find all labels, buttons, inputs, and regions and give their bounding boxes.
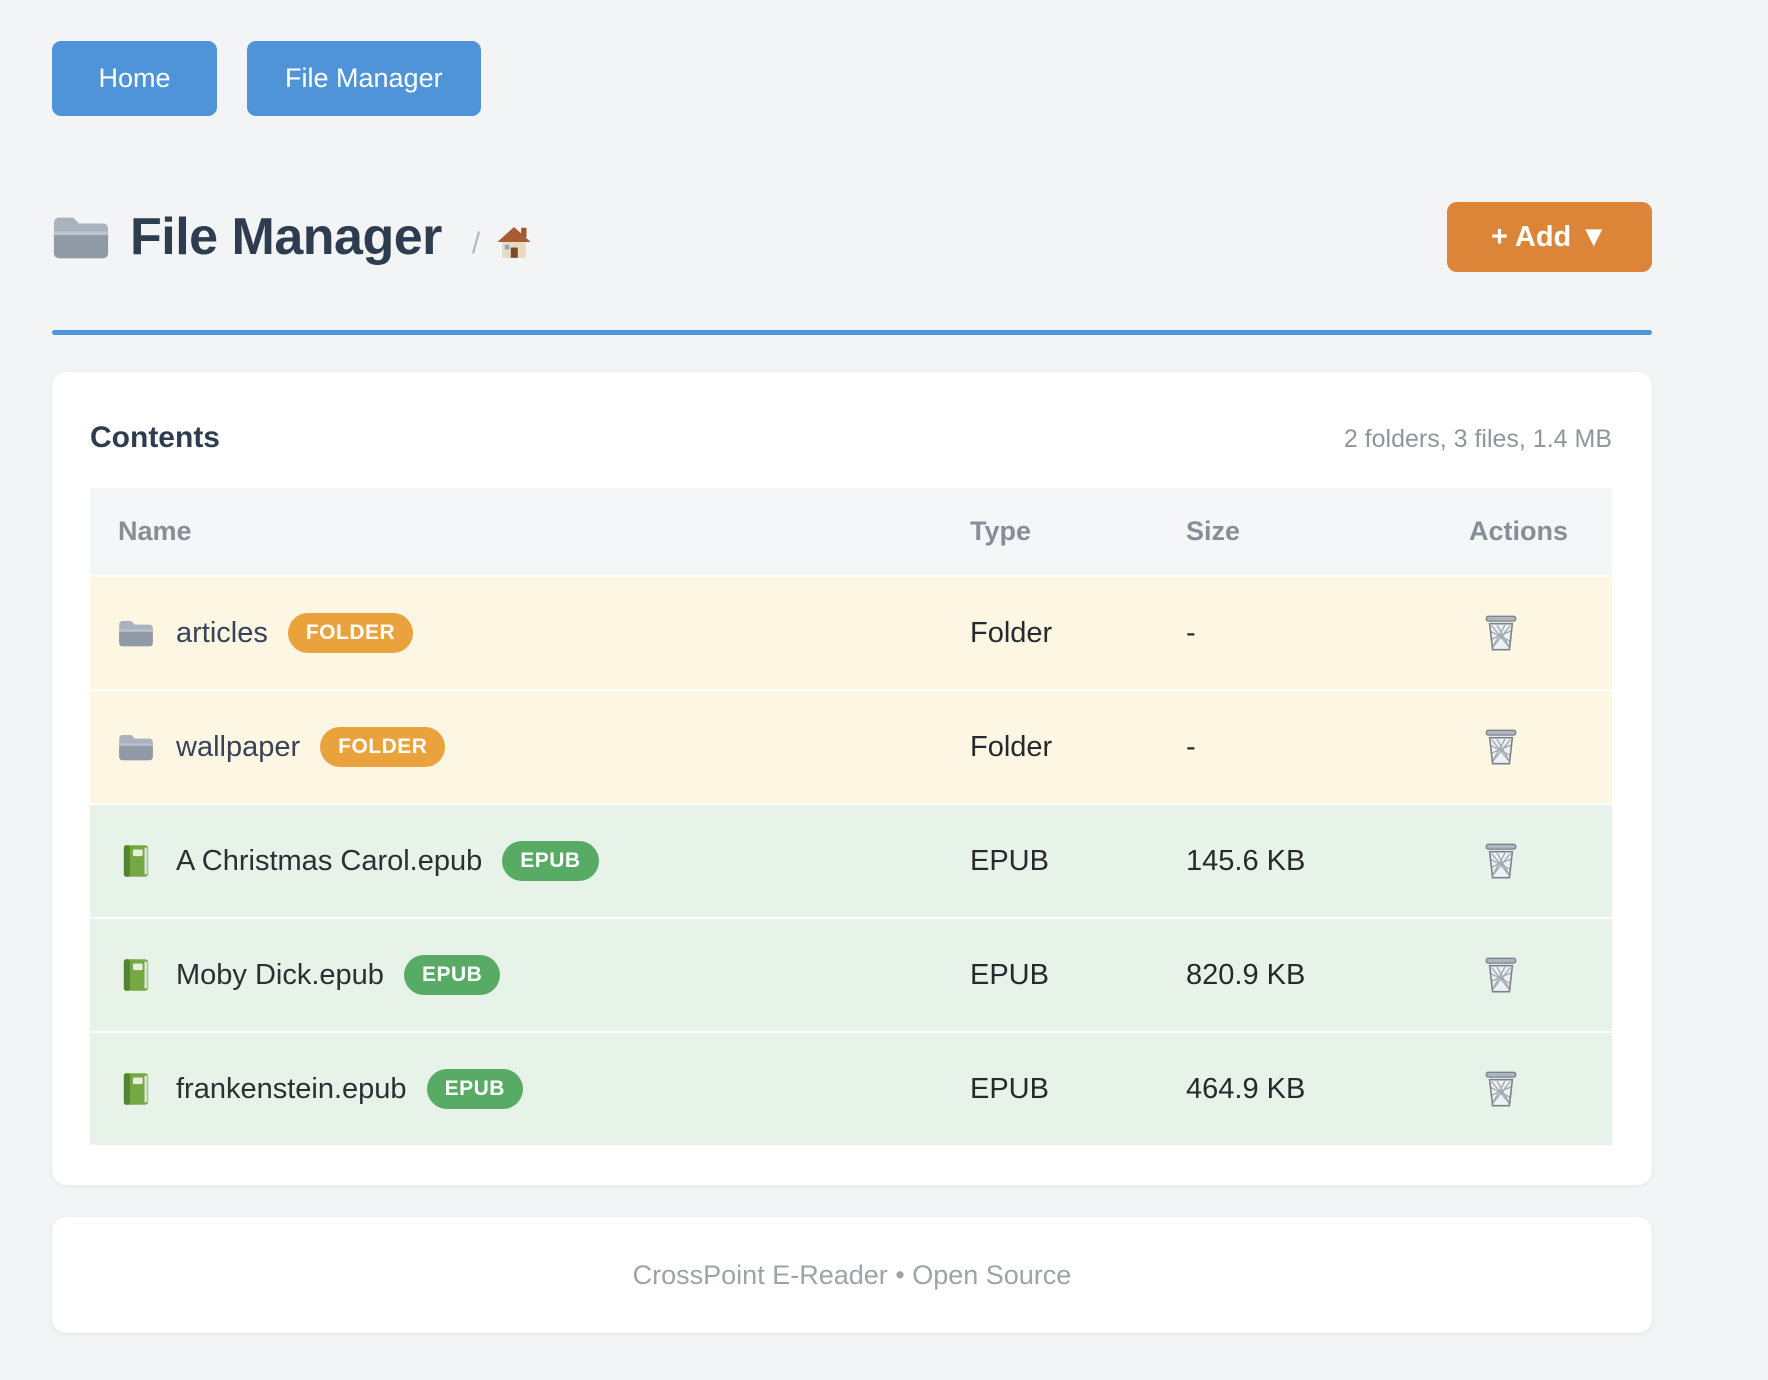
row-badge: FOLDER [288,613,413,653]
add-button[interactable]: + Add ▼ [1447,202,1652,272]
actions-cell [1469,841,1612,881]
row-size: 464.9 KB [1186,1073,1469,1106]
row-type: EPUB [970,959,1186,992]
name-cell: wallpaper FOLDER [90,727,970,767]
table-body: articles FOLDER Folder - wallpaper FOLDE… [90,575,1612,1145]
row-badge: EPUB [404,955,500,995]
column-header-type: Type [970,516,1186,547]
footer-text: CrossPoint E-Reader • Open Source [633,1260,1072,1291]
name-cell: frankenstein.epub EPUB [90,1069,970,1109]
delete-button[interactable] [1469,1069,1519,1109]
book-icon [118,844,154,878]
row-name[interactable]: articles [176,617,268,650]
folder-icon [52,212,110,262]
contents-card: Contents 2 folders, 3 files, 1.4 MB Name… [52,372,1652,1185]
top-nav: Home File Manager [52,0,1652,116]
row-type: Folder [970,731,1186,764]
name-cell: articles FOLDER [90,613,970,653]
breadcrumb-separator: / [472,227,480,261]
footer: CrossPoint E-Reader • Open Source [52,1217,1652,1333]
accent-divider [52,330,1652,335]
delete-button[interactable] [1469,727,1519,767]
page: Home File Manager File Manager / + Add ▼… [52,0,1652,1333]
contents-heading: Contents [90,420,220,456]
row-size: - [1186,731,1469,764]
page-header: File Manager / + Add ▼ [52,192,1652,282]
trash-icon [1483,613,1519,653]
trash-icon [1483,955,1519,995]
row-name[interactable]: A Christmas Carol.epub [176,845,482,878]
file-table: Name Type Size Actions articles FOLDER F… [90,488,1612,1145]
row-name[interactable]: Moby Dick.epub [176,959,384,992]
table-row: Moby Dick.epub EPUB EPUB 820.9 KB [90,917,1612,1031]
actions-cell [1469,1069,1612,1109]
delete-button[interactable] [1469,955,1519,995]
actions-cell [1469,613,1612,653]
table-row: articles FOLDER Folder - [90,575,1612,689]
folder-icon [118,616,154,650]
contents-summary: 2 folders, 3 files, 1.4 MB [1344,425,1612,454]
column-header-name: Name [90,516,970,547]
row-badge: EPUB [502,841,598,881]
row-type: EPUB [970,845,1186,878]
actions-cell [1469,727,1612,767]
row-type: EPUB [970,1073,1186,1106]
row-name[interactable]: wallpaper [176,731,300,764]
trash-icon [1483,1069,1519,1109]
actions-cell [1469,955,1612,995]
trash-icon [1483,841,1519,881]
name-cell: A Christmas Carol.epub EPUB [90,841,970,881]
nav-file-manager-button[interactable]: File Manager [247,41,481,116]
house-icon[interactable] [494,223,534,261]
column-header-actions: Actions [1469,516,1612,547]
nav-home-button[interactable]: Home [52,41,217,116]
row-size: 820.9 KB [1186,959,1469,992]
table-header-row: Name Type Size Actions [90,488,1612,575]
row-badge: EPUB [427,1069,523,1109]
table-row: wallpaper FOLDER Folder - [90,689,1612,803]
row-size: 145.6 KB [1186,845,1469,878]
book-icon [118,958,154,992]
table-row: A Christmas Carol.epub EPUB EPUB 145.6 K… [90,803,1612,917]
column-header-size: Size [1186,516,1469,547]
row-badge: FOLDER [320,727,445,767]
trash-icon [1483,727,1519,767]
page-title: File Manager [130,207,442,267]
name-cell: Moby Dick.epub EPUB [90,955,970,995]
book-icon [118,1072,154,1106]
delete-button[interactable] [1469,613,1519,653]
row-size: - [1186,617,1469,650]
row-name[interactable]: frankenstein.epub [176,1073,407,1106]
delete-button[interactable] [1469,841,1519,881]
row-type: Folder [970,617,1186,650]
folder-icon [118,730,154,764]
table-row: frankenstein.epub EPUB EPUB 464.9 KB [90,1031,1612,1145]
